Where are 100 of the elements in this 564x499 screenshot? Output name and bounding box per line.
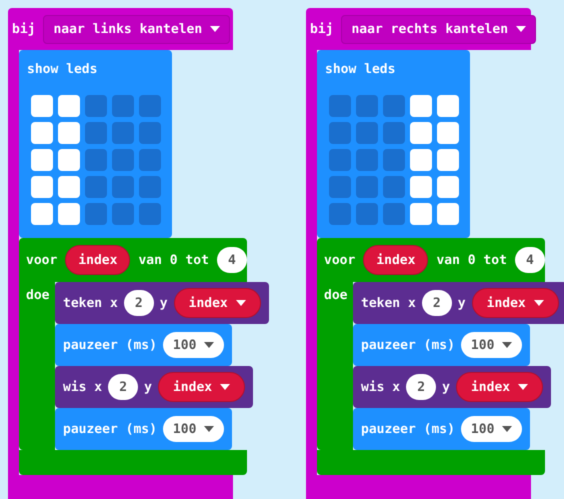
led-toggle[interactable] [85,176,107,198]
number-dropdown[interactable]: 100 [162,332,224,358]
led-toggle[interactable] [85,203,107,225]
led-toggle[interactable] [58,149,80,171]
block-keyword: doe [25,287,50,303]
variable-dropdown[interactable]: index [472,288,559,318]
led-toggle[interactable] [329,149,351,171]
number-dropdown[interactable]: 100 [162,416,224,442]
led-toggle[interactable] [410,95,432,117]
number-input[interactable]: 4 [216,247,247,273]
plot-block[interactable]: teken x 2 y index [353,282,564,324]
block-label: wis x [361,380,400,394]
caret-icon [220,384,230,390]
led-toggle[interactable] [329,203,351,225]
led-toggle[interactable] [329,95,351,117]
variable-dropdown[interactable]: index [174,288,261,318]
led-toggle[interactable] [58,95,80,117]
event-block-header[interactable]: bij naar links kantelen [8,8,233,50]
led-toggle[interactable] [437,122,459,144]
block-label: y [458,296,466,310]
caret-icon [502,426,512,432]
led-toggle[interactable] [356,149,378,171]
led-toggle[interactable] [139,95,161,117]
block-label: pauzeer (ms) [63,422,157,436]
block-label: show leds [325,62,396,77]
led-toggle[interactable] [31,203,53,225]
led-toggle[interactable] [356,203,378,225]
led-toggle[interactable] [329,176,351,198]
led-toggle[interactable] [410,122,432,144]
caret-icon [518,384,528,390]
block-label: teken x [361,296,416,310]
block-keyword: bij [310,22,334,36]
for-loop-header[interactable]: voor index van 0 tot 4 [317,238,545,282]
number-input[interactable]: 4 [514,247,545,273]
variable-dropdown[interactable]: index [158,372,246,402]
led-toggle[interactable] [112,95,134,117]
number-input[interactable]: 2 [108,374,138,400]
block-keyword: bij [12,22,36,36]
event-dropdown[interactable]: naar rechts kantelen [341,14,536,44]
led-toggle[interactable] [85,95,107,117]
led-toggle[interactable] [112,203,134,225]
led-toggle[interactable] [383,203,405,225]
led-toggle[interactable] [58,203,80,225]
led-toggle[interactable] [112,176,134,198]
variable-dropdown[interactable]: index [456,372,544,402]
led-toggle[interactable] [58,122,80,144]
led-toggle[interactable] [437,176,459,198]
led-toggle[interactable] [410,203,432,225]
pause-block[interactable]: pauzeer (ms) 100 [353,324,530,366]
number-input[interactable]: 2 [406,374,436,400]
led-toggle[interactable] [437,203,459,225]
led-toggle[interactable] [437,149,459,171]
plot-block[interactable]: teken x 2 y index [55,282,269,324]
unplot-block[interactable]: wis x 2 y index [353,366,552,408]
led-toggle[interactable] [356,176,378,198]
caret-icon [204,342,214,348]
unplot-block[interactable]: wis x 2 y index [55,366,254,408]
led-toggle[interactable] [85,149,107,171]
block-keyword: voor [26,252,58,268]
led-toggle[interactable] [112,122,134,144]
led-toggle[interactable] [356,95,378,117]
led-toggle[interactable] [383,122,405,144]
led-toggle[interactable] [31,176,53,198]
number-dropdown[interactable]: 100 [460,416,522,442]
caret-icon [516,26,526,32]
led-toggle[interactable] [139,149,161,171]
led-toggle[interactable] [85,122,107,144]
block-keyword: voor [324,252,356,268]
led-toggle[interactable] [31,122,53,144]
led-toggle[interactable] [139,203,161,225]
led-toggle[interactable] [437,95,459,117]
led-toggle[interactable] [410,149,432,171]
block-label: van 0 tot [138,252,209,268]
led-toggle[interactable] [139,176,161,198]
event-dropdown[interactable]: naar links kantelen [43,14,230,44]
led-toggle[interactable] [383,176,405,198]
led-toggle[interactable] [356,122,378,144]
number-input[interactable]: 2 [422,290,452,316]
led-toggle[interactable] [383,95,405,117]
led-toggle[interactable] [31,95,53,117]
number-dropdown[interactable]: 100 [460,332,522,358]
led-toggle[interactable] [58,176,80,198]
block-label: y [144,380,152,394]
number-input[interactable]: 2 [124,290,154,316]
led-toggle[interactable] [31,149,53,171]
led-toggle[interactable] [329,122,351,144]
pause-block[interactable]: pauzeer (ms) 100 [353,408,530,450]
led-toggle[interactable] [139,122,161,144]
led-toggle[interactable] [383,149,405,171]
block-label: teken x [63,296,118,310]
variable-pill[interactable]: index [363,245,428,275]
pause-block[interactable]: pauzeer (ms) 100 [55,324,232,366]
led-toggle[interactable] [410,176,432,198]
variable-pill[interactable]: index [65,245,130,275]
block-label: show leds [27,62,98,77]
led-toggle[interactable] [112,149,134,171]
block-keyword: doe [323,287,348,303]
pause-block[interactable]: pauzeer (ms) 100 [55,408,232,450]
for-loop-header[interactable]: voor index van 0 tot 4 [19,238,247,282]
caret-icon [204,426,214,432]
